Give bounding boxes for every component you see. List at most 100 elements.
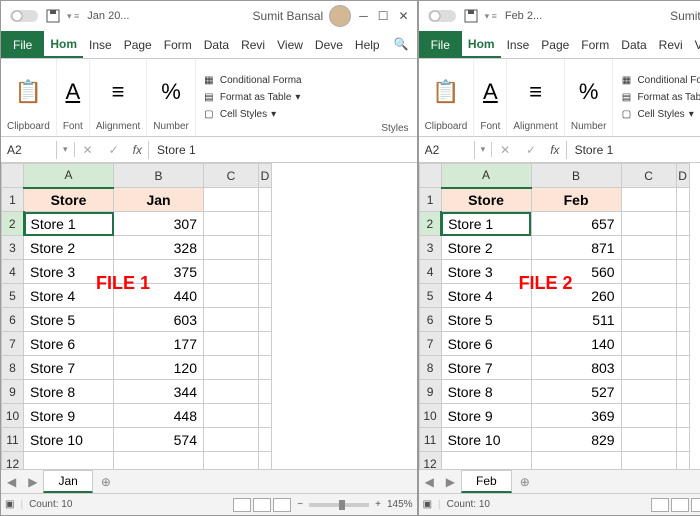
tab-view[interactable]: View (689, 31, 700, 58)
cell[interactable]: 829 (531, 428, 621, 452)
cell[interactable]: Store 2 (441, 236, 531, 260)
fx-cancel-icon[interactable]: ✕ (75, 141, 101, 159)
cell[interactable] (621, 404, 676, 428)
row-header[interactable]: 7 (2, 332, 24, 356)
user-name[interactable]: Sumit Bansal (253, 9, 324, 23)
cell[interactable]: Store 2 (24, 236, 114, 260)
cell[interactable]: 803 (531, 356, 621, 380)
view-normal-button[interactable] (233, 498, 251, 512)
cell[interactable] (259, 380, 272, 404)
cell[interactable]: 177 (114, 332, 204, 356)
cell[interactable] (259, 188, 272, 212)
cell[interactable] (676, 452, 689, 470)
cell[interactable]: Store 5 (441, 308, 531, 332)
row-header[interactable]: 11 (419, 428, 441, 452)
cell[interactable] (676, 260, 689, 284)
zoom-level[interactable]: 145% (387, 499, 413, 510)
cell[interactable] (621, 188, 676, 212)
tab-review[interactable]: Revi (653, 31, 689, 58)
row-header[interactable]: 2 (419, 212, 441, 236)
fx-cancel-icon[interactable]: ✕ (492, 141, 518, 159)
row-header[interactable]: 5 (2, 284, 24, 308)
col-header-a[interactable]: A (441, 164, 531, 188)
zoom-in-button[interactable]: + (375, 499, 381, 510)
cell[interactable]: Store 7 (441, 356, 531, 380)
cell[interactable] (259, 236, 272, 260)
tab-formulas[interactable]: Form (158, 31, 198, 58)
fx-enter-icon[interactable]: ✓ (518, 141, 544, 159)
cell[interactable] (621, 284, 676, 308)
cell[interactable] (676, 356, 689, 380)
tab-home[interactable]: Hom (44, 31, 83, 58)
cell[interactable]: Store 9 (24, 404, 114, 428)
cell[interactable]: Store 4 (441, 284, 531, 308)
sheet-nav-prev[interactable]: ◀ (1, 475, 22, 489)
col-header-a[interactable]: A (24, 164, 114, 188)
view-pagebreak-button[interactable] (273, 498, 291, 512)
cell[interactable] (204, 188, 259, 212)
cell[interactable] (621, 452, 676, 470)
row-header[interactable]: 4 (2, 260, 24, 284)
record-macro-icon[interactable]: ▣ (423, 499, 432, 510)
row-header[interactable]: 7 (419, 332, 441, 356)
dropdown-icon[interactable]: ▾ ≡ (67, 11, 79, 22)
cell[interactable]: 603 (114, 308, 204, 332)
ribbon-clipboard[interactable]: 📋Clipboard (1, 59, 57, 136)
cell[interactable] (204, 452, 259, 470)
fx-enter-icon[interactable]: ✓ (101, 141, 127, 159)
cell[interactable] (204, 380, 259, 404)
row-header[interactable]: 12 (419, 452, 441, 470)
cell[interactable] (676, 212, 689, 236)
view-layout-button[interactable] (671, 498, 689, 512)
format-table-button[interactable]: ▤Format as Table ▾ (619, 91, 700, 105)
tab-help[interactable]: Help (349, 31, 386, 58)
cell[interactable] (204, 356, 259, 380)
cell[interactable] (621, 428, 676, 452)
cell[interactable]: Store (24, 188, 114, 212)
conditional-format-button[interactable]: ▦Conditional Forma (619, 74, 700, 88)
select-all-corner[interactable] (419, 164, 441, 188)
cell[interactable]: Store 5 (24, 308, 114, 332)
cell[interactable] (259, 404, 272, 428)
col-header-b[interactable]: B (114, 164, 204, 188)
cell[interactable]: Store 10 (24, 428, 114, 452)
autosave-toggle[interactable] (427, 7, 457, 25)
sheet-tab[interactable]: Jan (43, 470, 92, 493)
cell[interactable] (676, 428, 689, 452)
cell[interactable] (24, 452, 114, 470)
row-header[interactable]: 4 (419, 260, 441, 284)
cell[interactable] (621, 332, 676, 356)
save-icon[interactable] (463, 8, 479, 24)
save-icon[interactable] (45, 8, 61, 24)
cell[interactable] (676, 188, 689, 212)
tab-file[interactable]: File (1, 31, 44, 58)
row-header[interactable]: 10 (2, 404, 24, 428)
spreadsheet-grid[interactable]: ABCD 1StoreJan 2Store 1307 3Store 2328 4… (1, 163, 272, 469)
tab-data[interactable]: Data (198, 31, 235, 58)
cell[interactable] (676, 284, 689, 308)
cell[interactable]: Store 7 (24, 356, 114, 380)
sheet-nav-next[interactable]: ▶ (22, 475, 43, 489)
cell[interactable]: 369 (531, 404, 621, 428)
ribbon-clipboard[interactable]: 📋Clipboard (419, 59, 475, 136)
cell[interactable] (204, 260, 259, 284)
cell[interactable] (441, 452, 531, 470)
zoom-slider[interactable] (309, 503, 369, 507)
sheet-nav-prev[interactable]: ◀ (419, 475, 440, 489)
avatar[interactable] (329, 5, 351, 27)
row-header[interactable]: 9 (419, 380, 441, 404)
col-header-c[interactable]: C (204, 164, 259, 188)
cell[interactable] (259, 284, 272, 308)
search-icon[interactable]: 🔍 (386, 31, 417, 58)
cell[interactable]: 344 (114, 380, 204, 404)
row-header[interactable]: 6 (2, 308, 24, 332)
autosave-toggle[interactable] (9, 7, 39, 25)
cell[interactable] (676, 380, 689, 404)
ribbon-font[interactable]: AFont (474, 59, 507, 136)
cell[interactable] (204, 212, 259, 236)
name-box[interactable]: A2 (419, 141, 475, 159)
view-pagebreak-button[interactable] (691, 498, 700, 512)
cell[interactable] (676, 308, 689, 332)
cell-selected[interactable]: Store 1 (441, 212, 531, 236)
cell[interactable] (621, 380, 676, 404)
